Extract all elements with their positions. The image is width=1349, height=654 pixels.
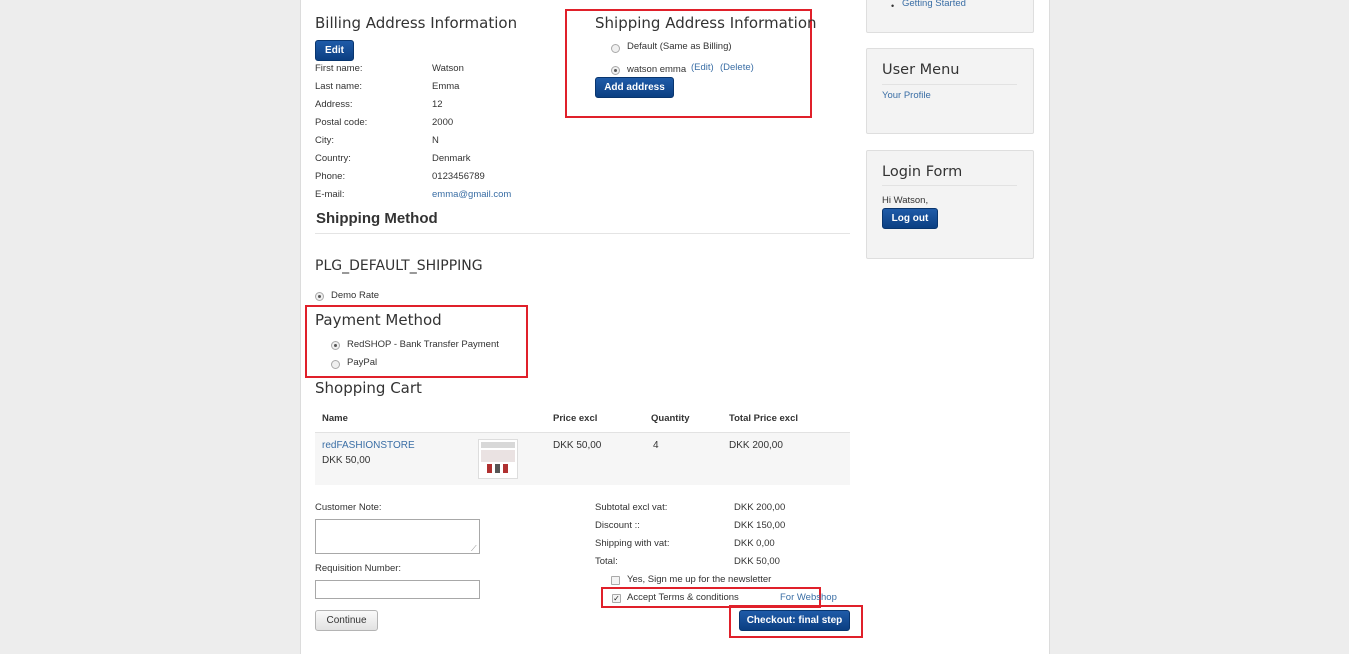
product-thumbnail[interactable] xyxy=(478,439,518,479)
billing-title: Billing Address Information xyxy=(315,14,518,32)
login-form-panel: Login Form Hi Watson, Log out xyxy=(866,150,1034,259)
thumbnail-product xyxy=(503,464,508,473)
edit-billing-button[interactable]: Edit xyxy=(315,40,354,61)
customer-note-textarea[interactable] xyxy=(315,519,480,554)
saved-address-label: watson emma xyxy=(627,64,687,75)
requisition-number-label: Requisition Number: xyxy=(315,563,402,574)
thumbnail-banner xyxy=(481,450,515,462)
newsletter-checkbox[interactable] xyxy=(611,576,620,585)
billing-label-phone: Phone: xyxy=(315,171,346,182)
product-unit-price: DKK 50,00 xyxy=(322,455,371,466)
subtotal-value: DKK 200,00 xyxy=(734,502,786,513)
billing-value-city: N xyxy=(432,135,439,146)
delete-address-link[interactable]: (Delete) xyxy=(720,62,754,73)
add-address-button[interactable]: Add address xyxy=(595,77,674,98)
shipping-total-value: DKK 0,00 xyxy=(734,538,775,549)
sidebar-top-panel: • Getting Started xyxy=(866,0,1034,33)
product-name-link[interactable]: redFASHIONSTORE xyxy=(322,440,415,451)
bullet-icon: • xyxy=(891,1,895,11)
billing-value-phone: 0123456789 xyxy=(432,171,485,182)
shipping-method-title: Shipping Method xyxy=(316,210,438,227)
billing-label-first-name: First name: xyxy=(315,63,363,74)
radio-default-address[interactable] xyxy=(611,44,620,53)
bank-transfer-label: RedSHOP - Bank Transfer Payment xyxy=(347,339,499,350)
total-value: DKK 50,00 xyxy=(734,556,780,567)
requisition-number-input[interactable] xyxy=(315,580,480,599)
your-profile-link[interactable]: Your Profile xyxy=(882,90,931,101)
billing-label-city: City: xyxy=(315,135,334,146)
billing-value-country: Denmark xyxy=(432,153,471,164)
greeting-text: Hi Watson, xyxy=(882,195,929,206)
product-quantity: 4 xyxy=(653,440,659,451)
thumbnail-product xyxy=(487,464,492,473)
discount-value: DKK 150,00 xyxy=(734,520,786,531)
default-address-label: Default (Same as Billing) xyxy=(627,41,732,52)
logout-button[interactable]: Log out xyxy=(882,208,938,229)
login-form-title: Login Form xyxy=(882,164,963,180)
billing-label-country: Country: xyxy=(315,153,351,164)
terms-label: Accept Terms & conditions xyxy=(627,592,739,603)
user-menu-panel: User Menu Your Profile xyxy=(866,48,1034,134)
billing-value-address: 12 xyxy=(432,99,443,110)
getting-started-link[interactable]: Getting Started xyxy=(902,0,966,9)
subtotal-label: Subtotal excl vat: xyxy=(595,502,668,513)
paypal-label: PayPal xyxy=(347,357,378,368)
column-header-name: Name xyxy=(322,413,348,424)
billing-value-last-name: Emma xyxy=(432,81,460,92)
billing-value-postal-code: 2000 xyxy=(432,117,454,128)
user-menu-title: User Menu xyxy=(882,62,960,78)
payment-method-title: Payment Method xyxy=(315,311,442,329)
checkout-button[interactable]: Checkout: final step xyxy=(739,610,850,631)
radio-bank-transfer[interactable] xyxy=(331,341,340,350)
divider xyxy=(315,233,850,234)
column-header-quantity: Quantity xyxy=(651,413,690,424)
product-price: DKK 50,00 xyxy=(553,440,602,451)
shipping-total-label: Shipping with vat: xyxy=(595,538,670,549)
terms-link[interactable]: For Webshop xyxy=(780,592,837,603)
divider xyxy=(882,84,1017,85)
resize-handle-icon[interactable]: ⟋ xyxy=(471,544,477,554)
column-header-total: Total Price excl xyxy=(729,413,798,424)
newsletter-label: Yes, Sign me up for the newsletter xyxy=(627,574,772,585)
continue-button[interactable]: Continue xyxy=(315,610,378,631)
product-total: DKK 200,00 xyxy=(729,440,783,451)
shopping-cart-title: Shopping Cart xyxy=(315,379,422,397)
billing-value-email[interactable]: emma@gmail.com xyxy=(432,189,511,200)
shipping-address-title: Shipping Address Information xyxy=(595,14,817,32)
edit-address-link[interactable]: (Edit) xyxy=(691,62,714,73)
radio-paypal[interactable] xyxy=(331,360,340,369)
thumbnail-header xyxy=(481,442,515,448)
divider xyxy=(882,185,1017,186)
radio-demo-rate[interactable] xyxy=(315,292,324,301)
demo-rate-label: Demo Rate xyxy=(331,290,380,301)
customer-note-label: Customer Note: xyxy=(315,502,382,513)
radio-saved-address[interactable] xyxy=(611,66,620,75)
billing-label-address: Address: xyxy=(315,99,353,110)
terms-checkbox[interactable]: ✓ xyxy=(612,594,621,603)
total-label: Total: xyxy=(595,556,618,567)
shipping-plugin-title: PLG_DEFAULT_SHIPPING xyxy=(315,258,483,274)
billing-label-last-name: Last name: xyxy=(315,81,362,92)
thumbnail-product xyxy=(495,464,500,473)
billing-value-first-name: Watson xyxy=(432,63,464,74)
discount-label: Discount :: xyxy=(595,520,640,531)
column-header-price: Price excl xyxy=(553,413,598,424)
billing-label-email: E-mail: xyxy=(315,189,345,200)
billing-label-postal-code: Postal code: xyxy=(315,117,368,128)
